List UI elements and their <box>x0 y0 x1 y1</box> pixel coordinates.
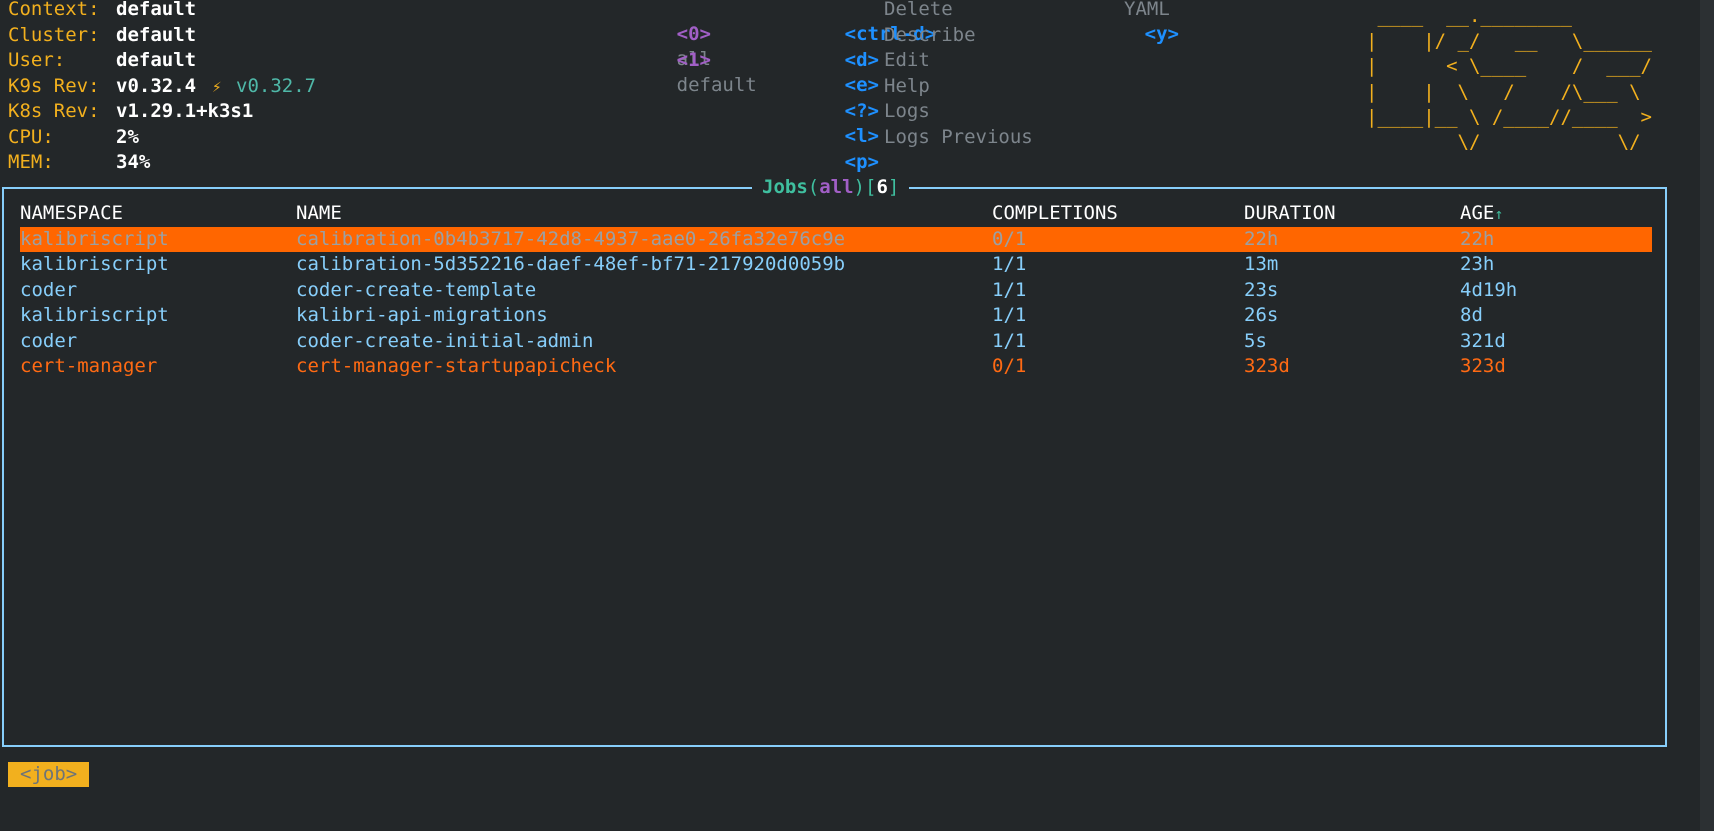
logo-line: |____|__ \ /____//____ > <box>1366 106 1652 128</box>
column-header-age-label: AGE <box>1460 202 1495 224</box>
cell-age: 321d <box>1460 330 1506 352</box>
cell-duration: 22h <box>1244 228 1279 250</box>
shortcut-key: <p> <box>844 151 879 173</box>
k9s-rev-value: v0.32.4 <box>116 75 197 97</box>
table-row[interactable]: kalibriscript calibration-0b4b3717-42d8-… <box>20 227 1652 252</box>
logo-line: \/ \/ <box>1366 131 1641 153</box>
k9s-rev-label: K9s Rev: <box>8 75 100 97</box>
user-label: User: <box>8 49 66 71</box>
shortcut-key: <1> <box>676 49 711 71</box>
cell-namespace: kalibriscript <box>20 228 169 250</box>
k8s-rev-value: v1.29.1+k3s1 <box>116 100 254 122</box>
column-header-age[interactable]: AGE↑ <box>1460 201 1503 227</box>
logo-line: | |/ _/ __ \______ <box>1366 30 1652 52</box>
mem-value: 34% <box>116 151 151 173</box>
cell-age: 8d <box>1460 304 1483 326</box>
mem-label: MEM: <box>8 151 54 173</box>
action-help-label: Help <box>884 75 930 97</box>
table-header: NAMESPACE NAME COMPLETIONS DURATION AGE↑ <box>20 201 1652 226</box>
cluster-value: default <box>116 24 197 46</box>
table-title-count: 6 <box>876 176 888 198</box>
cell-name: coder-create-initial-admin <box>296 330 594 352</box>
cell-completions: 0/1 <box>992 228 1027 250</box>
table-row[interactable]: coder coder-create-template 1/1 23s 4d19… <box>20 278 1652 303</box>
shortcut-label: default <box>676 74 757 96</box>
cluster-label: Cluster: <box>8 24 100 46</box>
table-title-paren-close: ) <box>853 176 865 198</box>
cell-duration: 5s <box>1244 330 1267 352</box>
k9s-terminal: Context: default Cluster: default User: … <box>0 0 1714 831</box>
cell-name: cert-manager-startupapicheck <box>296 355 617 377</box>
cell-age: 23h <box>1460 253 1495 275</box>
namespace-shortcut-default[interactable]: <1> default <box>608 23 757 123</box>
cell-completions: 1/1 <box>992 330 1027 352</box>
k9s-upgrade-version: v0.32.7 <box>236 75 317 97</box>
column-header-duration[interactable]: DURATION <box>1244 201 1336 226</box>
table-title-resource: Jobs <box>762 176 808 198</box>
user-value: default <box>116 49 197 71</box>
cell-name: calibration-0b4b3717-42d8-4937-aae0-26fa… <box>296 228 846 250</box>
k8s-rev-label: K8s Rev: <box>8 100 100 122</box>
cell-name: coder-create-template <box>296 279 537 301</box>
action-logs-previous-label: Logs Previous <box>884 126 1033 148</box>
table-title-bracket-close: ] <box>887 176 900 198</box>
cell-duration: 323d <box>1244 355 1290 377</box>
cell-duration: 23s <box>1244 279 1279 301</box>
action-describe-label: Describe <box>884 24 976 46</box>
column-header-name[interactable]: NAME <box>296 201 342 226</box>
action-edit-label: Edit <box>884 49 930 71</box>
cell-age: 323d <box>1460 355 1506 377</box>
table-title-bracket-open: [ <box>865 176 877 198</box>
context-label: Context: <box>8 0 100 20</box>
cell-namespace: coder <box>20 330 78 352</box>
cell-completions: 1/1 <box>992 253 1027 275</box>
cell-duration: 13m <box>1244 253 1279 275</box>
upgrade-bolt-icon: ⚡ <box>212 77 222 96</box>
action-logs-label: Logs <box>884 100 930 122</box>
column-header-namespace[interactable]: NAMESPACE <box>20 201 123 226</box>
table-row[interactable]: coder coder-create-initial-admin 1/1 5s … <box>20 329 1652 354</box>
table-row[interactable]: kalibriscript calibration-5d352216-daef-… <box>20 252 1652 277</box>
table-title: Jobs(all)[6] <box>752 175 910 200</box>
cell-completions: 1/1 <box>992 304 1027 326</box>
cell-completions: 1/1 <box>992 279 1027 301</box>
sort-arrow-up-icon: ↑ <box>1494 205 1504 223</box>
table-title-namespace: all <box>819 176 854 198</box>
logo-line: | | \ / /\___ \ <box>1366 81 1641 103</box>
logo-line: ____ __.________ <box>1366 5 1572 27</box>
cpu-value: 2% <box>116 126 139 148</box>
action-yaml-label: YAML <box>1124 0 1170 20</box>
cell-name: calibration-5d352216-daef-48ef-bf71-2179… <box>296 253 846 275</box>
cell-age: 22h <box>1460 228 1495 250</box>
cell-namespace: cert-manager <box>20 355 158 377</box>
table-row[interactable]: kalibriscript kalibri-api-migrations 1/1… <box>20 303 1652 328</box>
window-scrollbar[interactable] <box>1700 0 1714 831</box>
cell-completions: 0/1 <box>992 355 1027 377</box>
table-row[interactable]: cert-manager cert-manager-startupapichec… <box>20 354 1652 379</box>
column-header-completions[interactable]: COMPLETIONS <box>992 201 1118 226</box>
logo-line: | < \____ / ___/ <box>1366 55 1652 77</box>
cell-namespace: kalibriscript <box>20 253 169 275</box>
table-title-paren-open: ( <box>807 176 820 198</box>
shortcut-key: <y> <box>1144 23 1179 45</box>
action-delete-label: Delete <box>884 0 953 20</box>
cell-age: 4d19h <box>1460 279 1518 301</box>
cell-duration: 26s <box>1244 304 1279 326</box>
context-value: default <box>116 0 197 20</box>
cell-name: kalibri-api-migrations <box>296 304 548 326</box>
cpu-label: CPU: <box>8 126 54 148</box>
cell-namespace: kalibriscript <box>20 304 169 326</box>
breadcrumb[interactable]: <job> <box>8 762 90 787</box>
cell-namespace: coder <box>20 279 78 301</box>
